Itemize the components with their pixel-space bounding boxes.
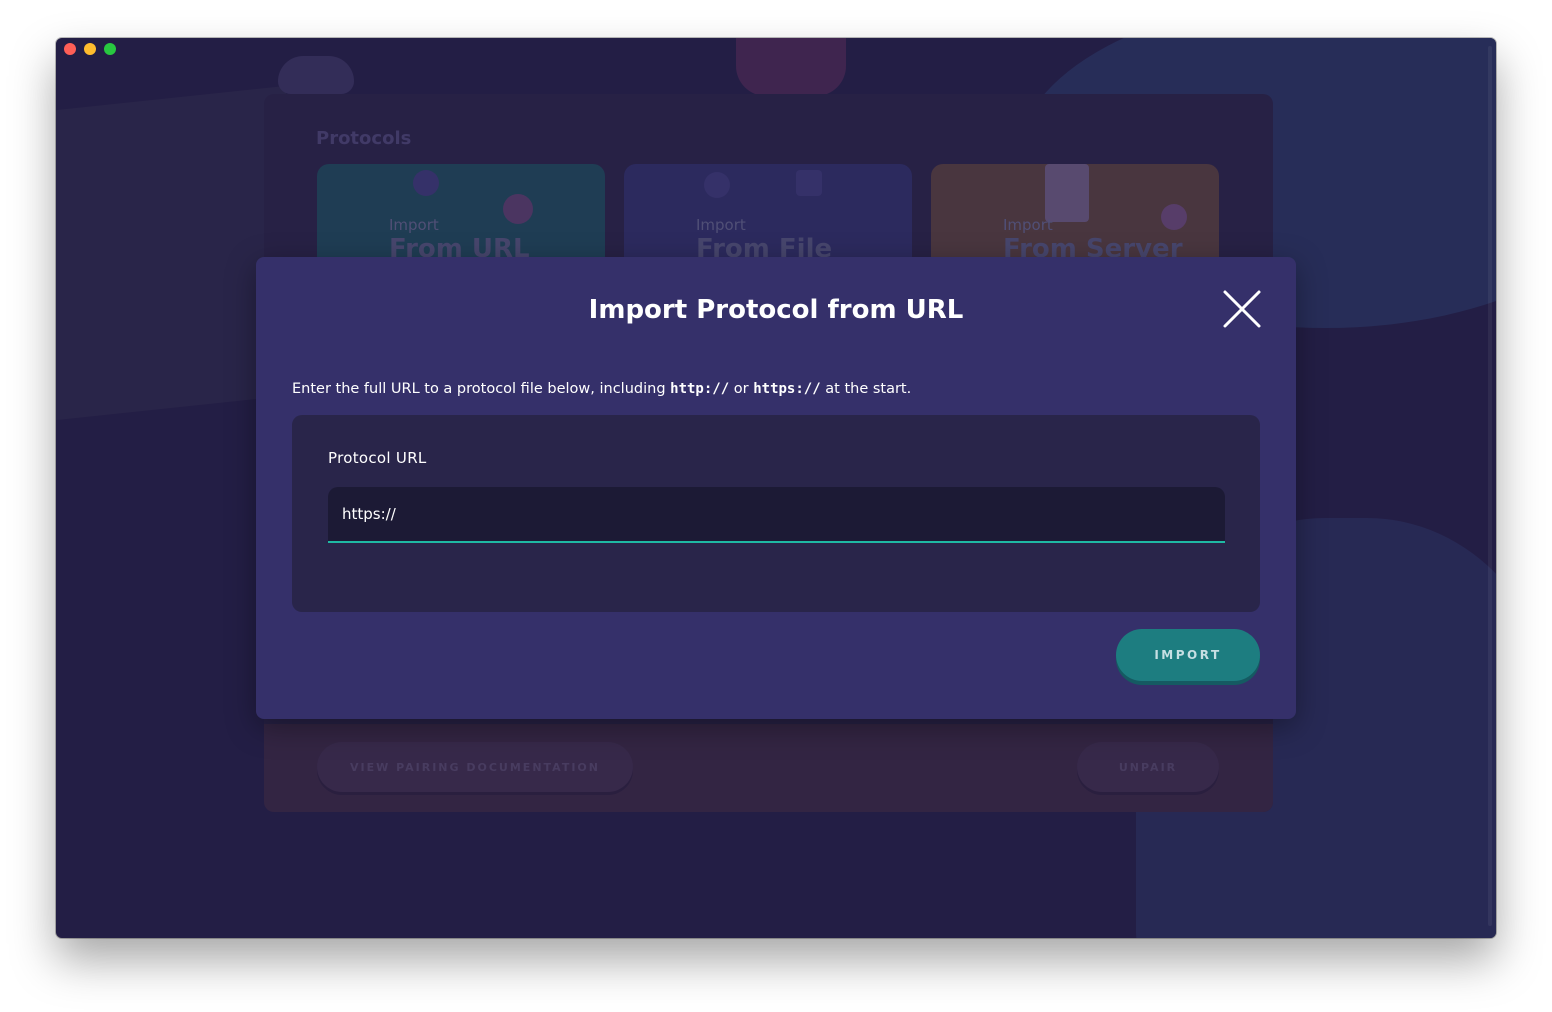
- protocol-url-input[interactable]: [328, 487, 1225, 543]
- app-window: Protocols Import From URL Import From Fi…: [56, 38, 1496, 938]
- import-url-dialog: Import Protocol from URL Enter the full …: [256, 257, 1296, 719]
- desc-text: at the start.: [820, 381, 912, 397]
- window-close-button[interactable]: [64, 43, 76, 55]
- scrollbar-thumb[interactable]: [1488, 46, 1492, 926]
- import-button[interactable]: IMPORT: [1116, 629, 1260, 681]
- close-button[interactable]: [1222, 289, 1262, 329]
- close-icon: [1223, 290, 1261, 328]
- protocol-url-label: Protocol URL: [328, 449, 427, 467]
- desc-code-https: https://: [753, 381, 821, 397]
- dialog-description: Enter the full URL to a protocol file be…: [292, 381, 911, 397]
- desc-text: Enter the full URL to a protocol file be…: [292, 381, 671, 397]
- scrollbar[interactable]: [1482, 38, 1496, 938]
- window-minimize-button[interactable]: [84, 43, 96, 55]
- dialog-title: Import Protocol from URL: [588, 295, 964, 325]
- desc-code-http: http://: [670, 381, 730, 397]
- window-maximize-button[interactable]: [104, 43, 116, 55]
- url-field-card: Protocol URL: [292, 415, 1260, 612]
- window-controls: [64, 43, 116, 55]
- desc-text: or: [729, 381, 754, 397]
